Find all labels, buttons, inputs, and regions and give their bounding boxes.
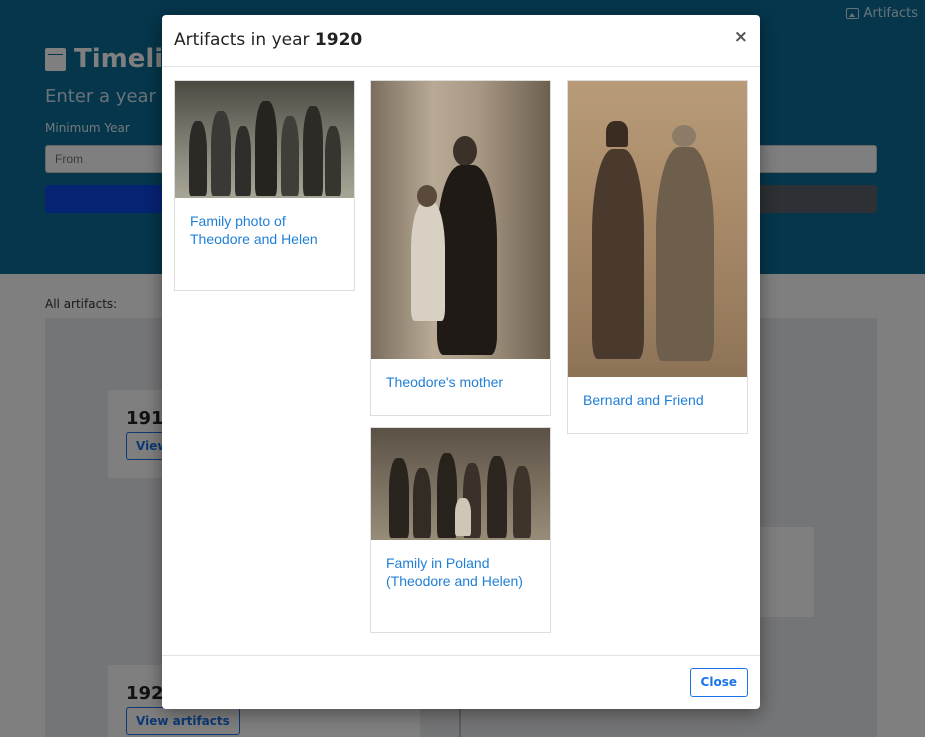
artifact-card[interactable]: Theodore's mother (370, 80, 551, 416)
modal-title-prefix: Artifacts in year (174, 30, 315, 50)
artifacts-modal: Artifacts in year 1920 × Family photo of… (162, 15, 760, 709)
artifact-card[interactable]: Bernard and Friend (567, 80, 748, 434)
close-button[interactable]: Close (689, 668, 748, 697)
modal-title: Artifacts in year 1920 (174, 30, 362, 50)
artifact-photo[interactable] (175, 81, 354, 198)
artifact-card[interactable]: Family in Poland (Theodore and Helen) (370, 427, 551, 633)
artifact-caption[interactable]: Family photo of Theodore and Helen (175, 198, 354, 248)
artifact-caption[interactable]: Family in Poland (Theodore and Helen) (371, 540, 550, 590)
close-icon[interactable]: × (734, 27, 748, 47)
modal-footer: Close (162, 655, 760, 709)
artifact-photo[interactable] (568, 81, 747, 377)
artifact-photo[interactable] (371, 428, 550, 540)
artifact-card[interactable]: Family photo of Theodore and Helen (174, 80, 355, 291)
modal-header: Artifacts in year 1920 × (162, 15, 760, 67)
artifact-caption[interactable]: Theodore's mother (371, 359, 550, 391)
artifact-photo[interactable] (371, 81, 550, 359)
artifact-caption[interactable]: Bernard and Friend (568, 377, 747, 409)
modal-title-year: 1920 (314, 30, 363, 50)
